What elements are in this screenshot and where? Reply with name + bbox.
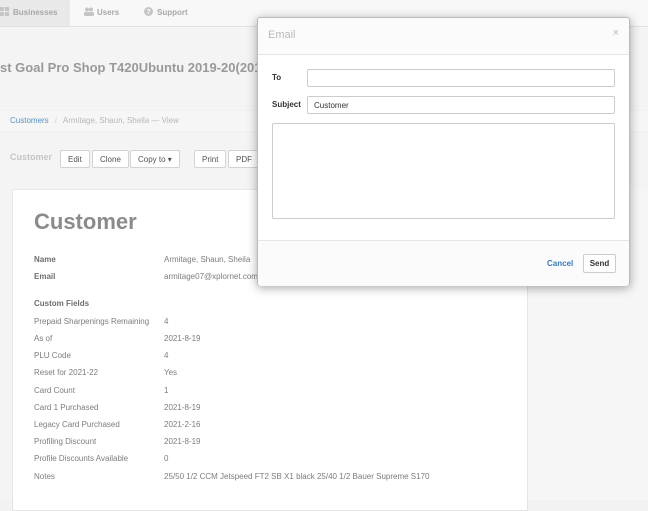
to-input[interactable] <box>307 69 615 87</box>
email-dialog: Email × To Subject Cancel Send <box>257 17 630 286</box>
dialog-header: Email × <box>258 18 629 55</box>
send-button[interactable]: Send <box>583 254 616 273</box>
dialog-footer: Cancel Send <box>258 240 629 286</box>
message-textarea[interactable] <box>272 123 615 219</box>
cancel-button[interactable]: Cancel <box>547 259 573 268</box>
to-label: To <box>272 73 282 82</box>
close-icon[interactable]: × <box>613 27 619 39</box>
subject-input[interactable] <box>307 96 615 114</box>
dialog-title: Email <box>268 29 296 41</box>
subject-label: Subject <box>272 100 301 109</box>
